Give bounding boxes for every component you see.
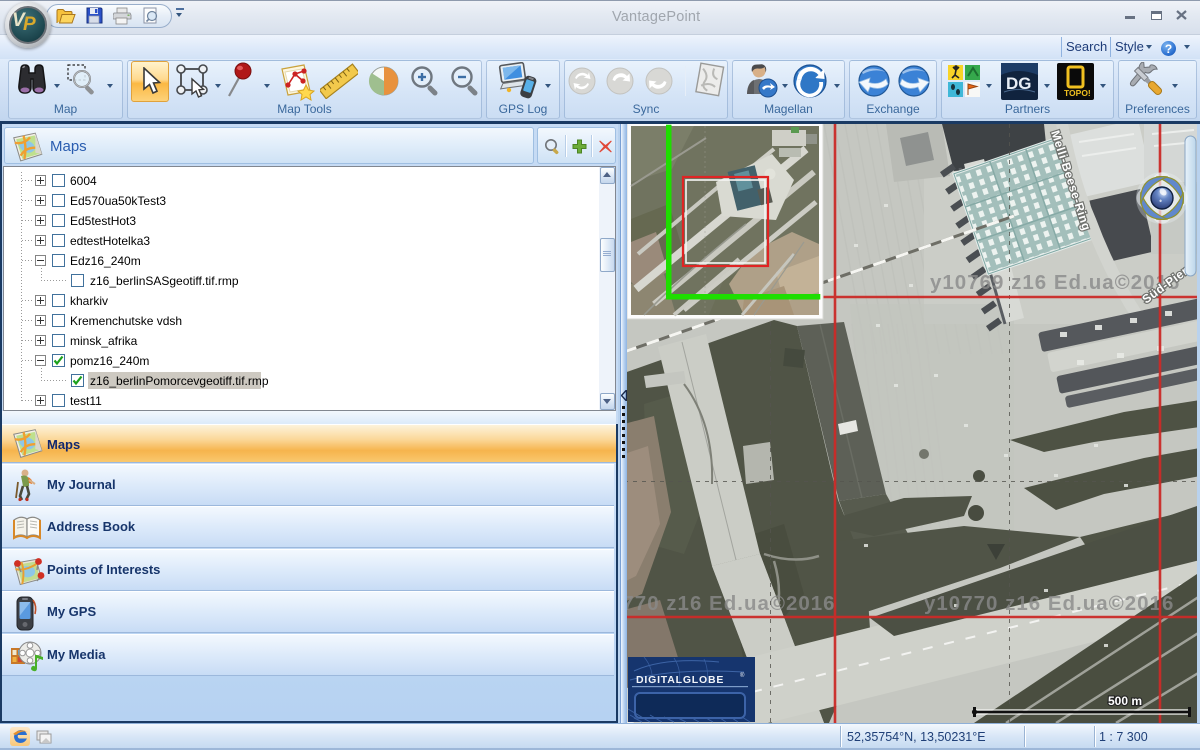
svg-text:500 m: 500 m [1108, 694, 1142, 708]
svg-text:DIGITALGLOBE: DIGITALGLOBE [636, 674, 724, 686]
svg-text:y10769 z16 Ed.ua©2016: y10769 z16 Ed.ua©2016 [930, 271, 1180, 294]
svg-text:y10770 z16 Ed.ua©2016: y10770 z16 Ed.ua©2016 [924, 592, 1174, 615]
svg-text:®: ® [740, 672, 745, 679]
svg-text:TOPO!: TOPO! [1064, 88, 1091, 98]
svg-text:0770 z16 Ed.ua©2016: 0770 z16 Ed.ua©2016 [624, 592, 836, 615]
